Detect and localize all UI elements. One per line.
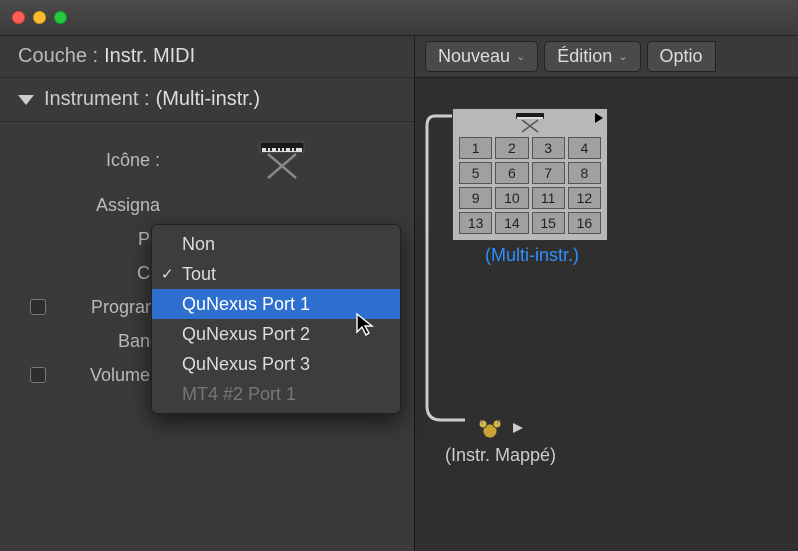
channel-button[interactable]: 9 [459, 187, 492, 209]
bank-label: Banq [0, 331, 168, 352]
port-menu-item[interactable]: QuNexus Port 1 [152, 289, 400, 319]
channel-button[interactable]: 15 [532, 212, 565, 234]
channel-button[interactable]: 10 [495, 187, 528, 209]
close-window-button[interactable] [12, 11, 25, 24]
disclosure-triangle-icon[interactable] [18, 95, 34, 105]
new-menu-button[interactable]: Nouveau ⌄ [425, 41, 538, 72]
minimize-window-button[interactable] [33, 11, 46, 24]
layer-label: Couche : [18, 45, 98, 68]
program-label: Program [0, 297, 168, 318]
chevron-down-icon: ⌄ [516, 50, 525, 63]
multi-instrument-object[interactable]: 1 2 3 4 5 6 7 8 9 10 11 12 13 [452, 108, 612, 266]
object-output-triangle-icon[interactable] [511, 421, 525, 435]
port-menu-item[interactable]: QuNexus Port 2 [152, 319, 400, 349]
edit-menu-button[interactable]: Édition ⌄ [544, 41, 640, 72]
mapped-instrument-object[interactable]: (Instr. Mappé) [445, 413, 556, 466]
volume-checkbox[interactable] [30, 367, 46, 383]
keyboard-stand-icon [256, 140, 308, 180]
channel-button[interactable]: 13 [459, 212, 492, 234]
environment-canvas-pane: Nouveau ⌄ Édition ⌄ Optio [415, 36, 798, 551]
instrument-value: (Multi-instr.) [156, 88, 260, 111]
mapped-instrument-label: (Instr. Mappé) [445, 445, 556, 466]
multi-instrument-label: (Multi-instr.) [452, 245, 612, 266]
port-menu-item[interactable]: ✓ Tout [152, 259, 400, 289]
channel-grid: 1 2 3 4 5 6 7 8 9 10 11 12 13 [455, 135, 605, 236]
environment-toolbar: Nouveau ⌄ Édition ⌄ Optio [415, 36, 798, 78]
instrument-header[interactable]: Instrument : (Multi-instr.) [0, 78, 414, 122]
channel-button[interactable]: 8 [568, 162, 601, 184]
instrument-icon-picker[interactable] [168, 140, 396, 180]
new-menu-label: Nouveau [438, 46, 510, 67]
chevron-down-icon: ⌄ [618, 50, 627, 63]
channel-button[interactable]: 3 [532, 137, 565, 159]
channel-button[interactable]: 12 [568, 187, 601, 209]
layer-value: Instr. MIDI [104, 45, 195, 68]
checkmark-icon: ✓ [161, 265, 174, 283]
channel-button[interactable]: 1 [459, 137, 492, 159]
options-menu-label: Optio [660, 46, 703, 67]
drumkit-icon [477, 416, 503, 440]
window-titlebar [0, 0, 798, 36]
port-menu-item[interactable]: MT4 #2 Port 1 [152, 379, 400, 409]
channel-button[interactable]: 14 [495, 212, 528, 234]
port-menu-item[interactable]: Non [152, 229, 400, 259]
channel-button[interactable]: 4 [568, 137, 601, 159]
layer-selector[interactable]: Couche : Instr. MIDI [0, 36, 414, 78]
instrument-label: Instrument : [44, 88, 150, 111]
port-menu-item[interactable]: QuNexus Port 3 [152, 349, 400, 379]
channel-button[interactable]: 11 [532, 187, 565, 209]
channel-label: Ca [0, 263, 168, 284]
channel-button[interactable]: 2 [495, 137, 528, 159]
zoom-window-button[interactable] [54, 11, 67, 24]
channel-button[interactable]: 6 [495, 162, 528, 184]
channel-button[interactable]: 16 [568, 212, 601, 234]
options-menu-button[interactable]: Optio [647, 41, 716, 72]
port-label: Po [0, 229, 168, 250]
edit-menu-label: Édition [557, 46, 612, 67]
environment-canvas[interactable]: 1 2 3 4 5 6 7 8 9 10 11 12 13 [415, 78, 798, 551]
volume-label: Volume : [0, 365, 168, 386]
channel-button[interactable]: 7 [532, 162, 565, 184]
keyboard-stand-icon [510, 112, 550, 134]
object-output-triangle-icon[interactable] [595, 113, 603, 123]
program-checkbox[interactable] [30, 299, 46, 315]
assignable-label: Assigna [0, 195, 168, 216]
channel-button[interactable]: 5 [459, 162, 492, 184]
port-popup-menu[interactable]: Non ✓ Tout QuNexus Port 1 QuNexus Port 2… [151, 224, 401, 414]
icon-field-label: Icône : [0, 150, 168, 171]
